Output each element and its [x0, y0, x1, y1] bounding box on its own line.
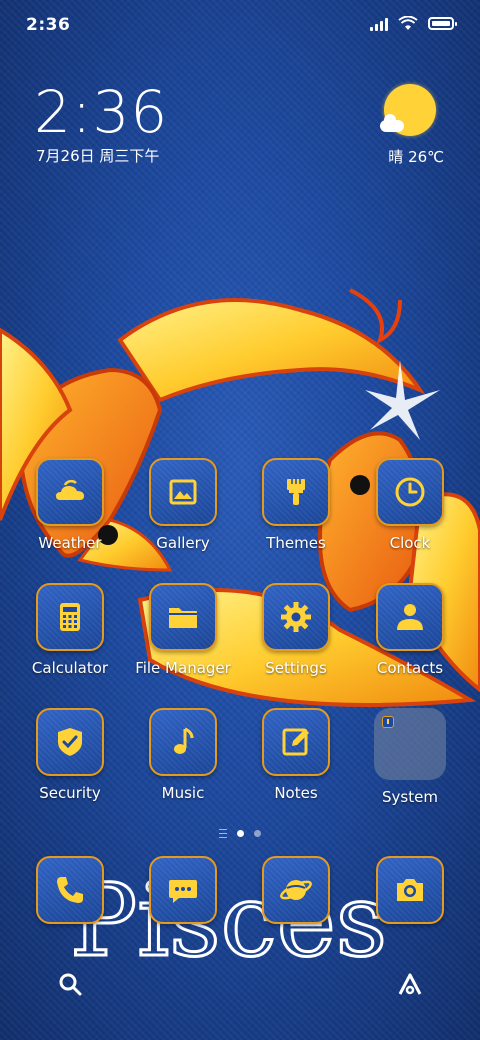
- clock-widget-time[interactable]: 2:36: [34, 78, 168, 146]
- app-weather[interactable]: Weather: [10, 458, 130, 552]
- app-themes[interactable]: Themes: [236, 458, 356, 552]
- dock-message[interactable]: [123, 856, 243, 924]
- dock-camera[interactable]: [350, 856, 470, 924]
- message-icon: [169, 880, 197, 903]
- weather-text: 晴 26℃: [388, 148, 444, 166]
- signal-icon: [370, 17, 388, 31]
- app-icon-frame: [36, 856, 104, 924]
- app-icon-frame: [149, 708, 217, 776]
- app-contacts[interactable]: Contacts: [350, 583, 470, 677]
- system-folder-icon: [374, 708, 446, 780]
- app-icon-frame: [36, 458, 104, 526]
- dock-browser-planet[interactable]: [236, 856, 356, 924]
- edit-icon: [282, 728, 309, 756]
- app-icon-frame: [262, 856, 330, 924]
- weather-widget[interactable]: 晴 26℃: [374, 84, 444, 166]
- app-file-manager[interactable]: File Manager: [123, 583, 243, 677]
- app-icon-frame: [376, 583, 444, 651]
- app-label: Notes: [274, 784, 318, 802]
- clock-widget-date[interactable]: 7月26日 周三下午: [36, 145, 159, 166]
- app-icon-frame: [149, 458, 217, 526]
- dock-phone[interactable]: [10, 856, 130, 924]
- gallery-icon: [169, 479, 197, 505]
- brush-icon: [287, 479, 305, 505]
- assistant-icon[interactable]: [396, 970, 424, 998]
- app-icon-frame: [149, 856, 217, 924]
- app-icon-frame: [376, 458, 444, 526]
- app-label: Clock: [389, 534, 431, 552]
- page-list-icon[interactable]: [219, 829, 227, 838]
- status-icons: [370, 16, 457, 31]
- app-gallery[interactable]: Gallery: [123, 458, 243, 552]
- camera-icon: [397, 879, 423, 901]
- page-dot[interactable]: [254, 830, 261, 837]
- app-icon-frame: [149, 583, 217, 651]
- app-calculator[interactable]: Calculator: [10, 583, 130, 677]
- app-label: Weather: [38, 534, 102, 552]
- app-icon-frame: [262, 708, 330, 776]
- app-label: Themes: [266, 534, 326, 552]
- search-icon[interactable]: [56, 970, 84, 998]
- app-label: Settings: [265, 659, 327, 677]
- app-label: Security: [39, 784, 101, 802]
- status-time: 2:36: [26, 15, 71, 35]
- app-settings[interactable]: Settings: [236, 583, 356, 677]
- sunny-cloud-icon: [380, 84, 436, 136]
- phone-icon: [57, 877, 83, 903]
- person-icon: [397, 604, 423, 630]
- folder-icon: [169, 608, 197, 628]
- app-icon-frame: [262, 458, 330, 526]
- music-note-icon: [174, 727, 194, 754]
- wifi-icon: [398, 16, 418, 30]
- calculator-icon: [60, 603, 80, 631]
- status-bar: 2:36: [0, 0, 480, 50]
- app-icon-frame: [36, 583, 104, 651]
- clock-icon: [395, 477, 425, 507]
- app-clock[interactable]: Clock: [350, 458, 470, 552]
- battery-icon: [428, 17, 457, 30]
- browser-planet-icon: [280, 880, 312, 900]
- app-system[interactable]: System: [350, 708, 470, 806]
- app-label: Calculator: [31, 659, 109, 677]
- gear-icon: [281, 602, 311, 632]
- app-label: System: [382, 788, 438, 806]
- page-indicator: [0, 829, 480, 838]
- app-notes[interactable]: Notes: [236, 708, 356, 802]
- app-label: File Manager: [135, 659, 231, 677]
- shield-check-icon: [58, 728, 82, 756]
- app-icon-frame: [36, 708, 104, 776]
- app-label: Contacts: [376, 659, 444, 677]
- app-icon-frame: [376, 856, 444, 924]
- app-security[interactable]: Security: [10, 708, 130, 802]
- app-label: Music: [161, 784, 205, 802]
- app-icon-frame: [262, 583, 330, 651]
- app-music[interactable]: Music: [123, 708, 243, 802]
- weather-icon: [56, 479, 84, 500]
- page-dot-active[interactable]: [237, 830, 244, 837]
- app-label: Gallery: [156, 534, 210, 552]
